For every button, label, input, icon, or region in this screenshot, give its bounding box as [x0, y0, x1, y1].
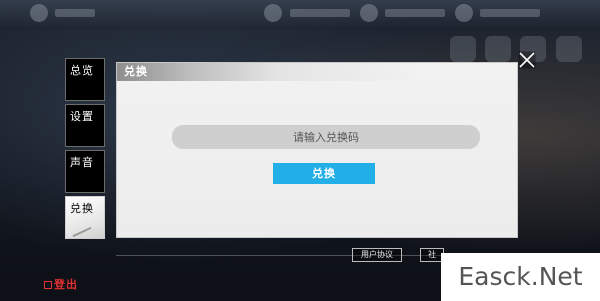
- logout-icon: [44, 281, 52, 289]
- redeem-code-input[interactable]: [172, 125, 480, 149]
- redeem-dialog: 兑换: [116, 62, 518, 238]
- sidebar-item-label: 总览: [70, 64, 94, 77]
- player-name-blur: [55, 9, 95, 17]
- dialog-title: 兑换: [117, 63, 517, 81]
- currency-icon: [455, 4, 473, 22]
- sidebar-item-sound[interactable]: 声音: [65, 150, 105, 193]
- sidebar-item-label: 设置: [70, 110, 94, 123]
- sidebar-item-label: 声音: [70, 156, 94, 169]
- currency-blur: [480, 9, 540, 17]
- sidebar-item-label: 兑换: [70, 202, 94, 215]
- menu-icon[interactable]: [556, 36, 582, 62]
- logout-label: 登出: [54, 278, 78, 291]
- currency-blur: [290, 9, 350, 17]
- close-icon[interactable]: [518, 51, 536, 69]
- sidebar-item-overview[interactable]: 总览: [65, 58, 105, 101]
- sidebar-item-settings[interactable]: 设置: [65, 104, 105, 147]
- top-status-bar: [0, 0, 600, 30]
- redeem-button[interactable]: 兑换: [273, 163, 375, 184]
- currency-icon: [360, 4, 378, 22]
- logout-button[interactable]: 登出: [44, 276, 78, 292]
- sidebar-item-redeem[interactable]: 兑换: [65, 196, 105, 239]
- user-agreement-button[interactable]: 用户协议: [352, 248, 402, 262]
- avatar-icon: [30, 4, 48, 22]
- currency-blur: [385, 9, 445, 17]
- watermark: Easck.Net: [441, 253, 600, 301]
- menu-icon[interactable]: [485, 36, 511, 62]
- currency-icon: [264, 4, 282, 22]
- menu-icon[interactable]: [450, 36, 476, 62]
